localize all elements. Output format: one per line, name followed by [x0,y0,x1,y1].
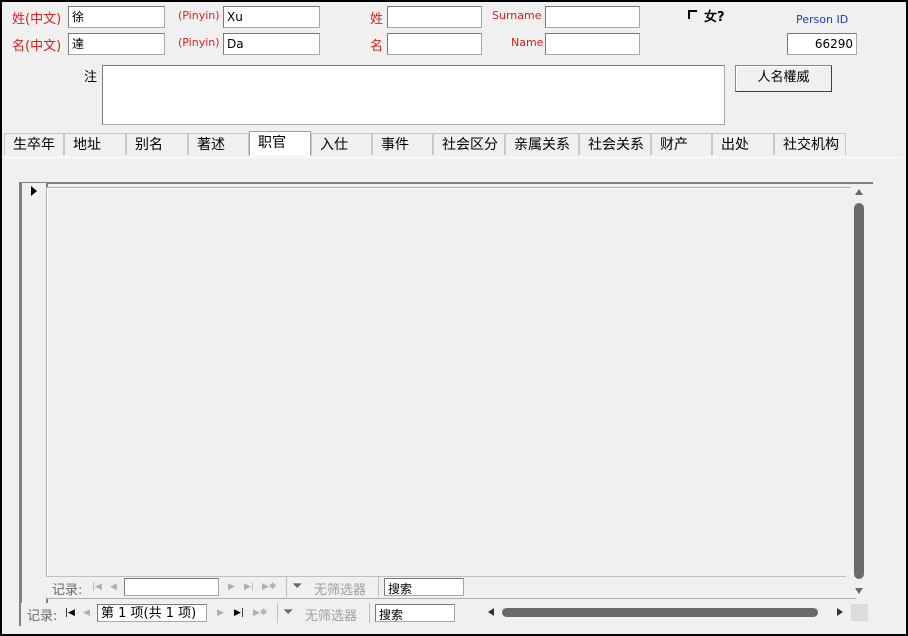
inner-record-number-field[interactable] [124,578,219,596]
tab-social-relations[interactable]: 社会关系 [579,133,651,155]
tab-institutions[interactable]: 社交机构 [774,133,846,155]
inner-next-record-icon[interactable]: ▶ [228,582,235,592]
chinese-given-name-field[interactable]: 達 [68,33,165,55]
scroll-up-icon[interactable] [855,189,863,195]
tab-alt-names[interactable]: 别名 [126,133,188,155]
horizontal-scroll-thumb[interactable] [502,608,818,617]
outer-records-label: 记录: [27,609,58,624]
inner-divider-2 [378,577,379,597]
scroll-corner [851,604,868,621]
surname-label: 姓 [370,12,384,27]
tab-entry[interactable]: 入仕 [311,133,372,155]
surname-en-field[interactable] [545,6,640,28]
pinyin-given-name-label: (Pinyin) [178,36,220,49]
scroll-down-icon[interactable] [855,588,863,594]
inner-record-navigator: 记录: |◀ ◀ ▶ ▶| ▶✱ ⏷ 无筛选器 搜索 [46,576,846,598]
outer-divider [277,603,278,623]
outer-record-number-field[interactable]: 第 1 项(共 1 项) [97,604,207,622]
inner-divider [286,577,287,597]
current-record-arrow-icon [31,186,37,196]
notes-label: 注 [84,70,98,85]
inner-filter-icon[interactable]: ⏷ [292,579,302,594]
pinyin-given-name-field[interactable]: Da [223,33,320,55]
vertical-scroll-thumb[interactable] [854,203,864,579]
outer-filter-icon[interactable]: ⏷ [283,605,293,620]
given-name-field[interactable] [387,33,482,55]
tab-writings[interactable]: 著述 [188,133,249,155]
outer-last-record-icon[interactable]: ▶| [234,608,244,618]
chinese-given-name-label: 名(中文) [12,39,62,54]
tab-bar: 生卒年 地址 别名 著述 职官 入仕 事件 社会区分 亲属关系 社会关系 财产 … [4,131,902,158]
tab-possessions[interactable]: 财产 [651,133,712,155]
inner-records-label: 记录: [52,583,83,598]
given-name-label: 名 [370,39,384,54]
tab-kinship[interactable]: 亲属关系 [505,133,579,155]
tab-events[interactable]: 事件 [372,133,433,155]
outer-first-record-icon[interactable]: |◀ [65,608,75,618]
outer-divider-2 [369,603,370,623]
person-id-label: Person ID [796,13,849,26]
tab-address[interactable]: 地址 [64,133,126,155]
outer-record-navigator: 记录: |◀ ◀ 第 1 项(共 1 项) ▶ ▶| ▶✱ ⏷ 无筛选器 搜索 [21,603,483,624]
outer-new-record-icon[interactable]: ▶✱ [253,608,267,618]
inner-first-record-icon[interactable]: |◀ [92,582,102,592]
scroll-left-icon[interactable] [488,608,494,616]
tab-sources[interactable]: 出处 [712,133,774,155]
outer-search-field[interactable]: 搜索 [375,604,455,622]
tab-offices[interactable]: 职官 [249,131,311,156]
record-selector[interactable] [21,183,48,604]
pinyin-surname-label: (Pinyin) [178,9,220,22]
notes-field[interactable] [102,65,725,125]
name-en-field[interactable] [545,33,640,55]
inner-new-record-icon[interactable]: ▶✱ [262,582,276,592]
form-window: 姓(中文) 徐 (Pinyin) Xu 姓 Surname 女? Person … [0,0,908,636]
chinese-surname-field[interactable]: 徐 [68,6,165,28]
outer-next-record-icon[interactable]: ▶ [217,608,224,618]
scroll-right-icon[interactable] [837,608,843,616]
vertical-scrollbar[interactable] [851,186,868,598]
tab-social-status[interactable]: 社会区分 [433,133,505,155]
inner-search-field[interactable]: 搜索 [384,578,464,596]
female-label: 女? [704,10,725,25]
outer-prev-record-icon[interactable]: ◀ [83,608,90,618]
name-authority-button[interactable]: 人名權威 [735,65,832,92]
person-id-field[interactable]: 66290 [787,33,857,55]
inner-no-filter-label[interactable]: 无筛选器 [314,579,366,598]
inner-last-record-icon[interactable]: ▶| [244,582,254,592]
surname-en-label: Surname [492,9,542,22]
horizontal-scrollbar[interactable] [484,604,850,621]
inner-prev-record-icon[interactable]: ◀ [110,582,117,592]
pinyin-surname-field[interactable]: Xu [223,6,320,28]
surname-field[interactable] [387,6,482,28]
tab-birth-death[interactable]: 生卒年 [4,133,64,155]
outer-no-filter-label[interactable]: 无筛选器 [305,605,357,624]
name-en-label: Name [511,36,544,49]
offices-subform [46,187,856,599]
female-checkbox[interactable] [688,10,697,19]
chinese-surname-label: 姓(中文) [12,12,62,27]
